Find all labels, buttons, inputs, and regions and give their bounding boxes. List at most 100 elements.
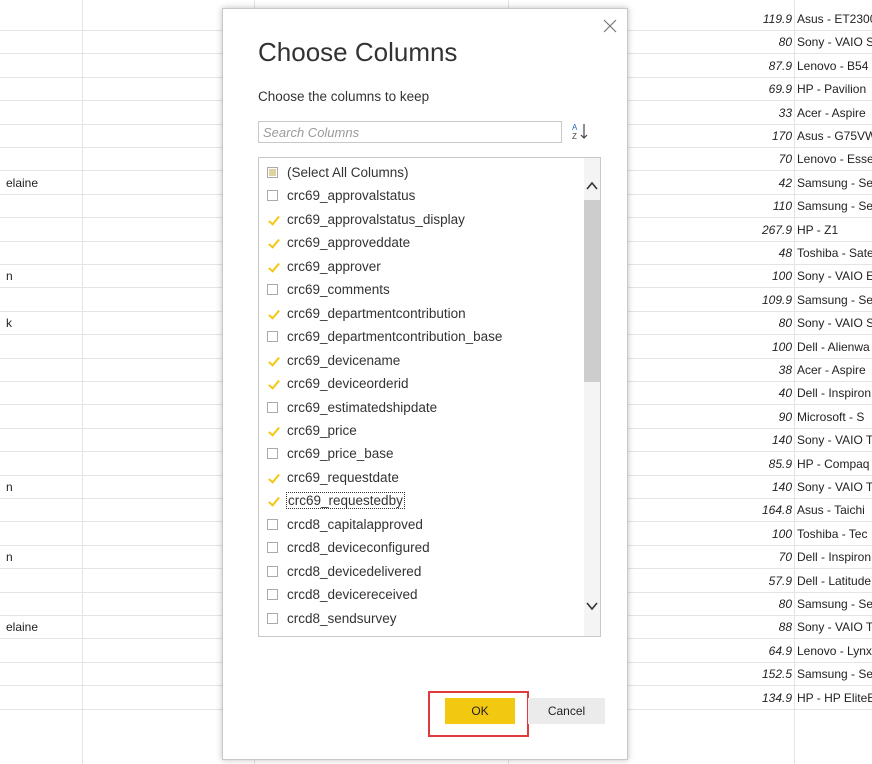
column-checkbox-item[interactable]: crc69_price bbox=[267, 419, 357, 442]
column-checkbox-item[interactable]: crcd8_sendsurvey bbox=[267, 607, 397, 630]
column-label: crcd8_devicedelivered bbox=[287, 563, 422, 579]
table-cell-device-name: Microsoft - S bbox=[797, 409, 865, 424]
cancel-button[interactable]: Cancel bbox=[528, 698, 605, 724]
column-checkbox-item[interactable]: crcd8_devicedelivered bbox=[267, 560, 421, 583]
table-cell-requester bbox=[0, 31, 6, 53]
column-label: crcd8_deviceconfigured bbox=[287, 540, 430, 556]
scrollbar-thumb[interactable] bbox=[584, 200, 600, 382]
column-checkbox-item[interactable]: crc69_estimatedshipdate bbox=[267, 396, 437, 419]
table-cell-price: 70 bbox=[778, 550, 792, 565]
table-cell-requester bbox=[0, 640, 6, 662]
table-cell-requester bbox=[0, 289, 6, 311]
table-cell-price: 80 bbox=[778, 316, 792, 331]
table-cell-price: 100 bbox=[771, 269, 792, 284]
checkbox-checked-icon[interactable] bbox=[267, 495, 278, 507]
table-cell-requester bbox=[0, 55, 6, 77]
checkbox-unchecked-icon[interactable] bbox=[267, 612, 278, 624]
list-scrollbar[interactable] bbox=[584, 158, 600, 636]
column-checkbox-item[interactable]: crc69_approvalstatus bbox=[267, 184, 415, 207]
sort-az-icon[interactable]: A Z bbox=[569, 121, 591, 143]
scroll-up-icon[interactable] bbox=[584, 178, 600, 194]
table-cell-device-name: Sony - VAIO S bbox=[797, 316, 872, 331]
column-checkbox-item[interactable]: crc69_comments bbox=[267, 278, 390, 301]
checkbox-partial-icon[interactable] bbox=[267, 167, 278, 178]
column-checkbox-item[interactable]: crc69_devicename bbox=[267, 349, 400, 372]
column-label: crc69_price_base bbox=[287, 446, 394, 462]
table-cell-requester bbox=[0, 593, 6, 615]
table-cell-price: 85.9 bbox=[768, 456, 792, 471]
table-cell-price: 134.9 bbox=[761, 690, 792, 705]
table-cell-requester bbox=[0, 242, 6, 264]
svg-text:A: A bbox=[572, 123, 578, 132]
table-cell-device-name: Lenovo - B54 bbox=[797, 58, 869, 73]
column-checkbox-item[interactable]: crcd8_deviceconfigured bbox=[267, 536, 430, 559]
table-cell-requester bbox=[0, 336, 6, 358]
table-cell-price: 110 bbox=[772, 199, 792, 214]
table-cell-price: 140 bbox=[771, 480, 792, 494]
checkbox-checked-icon[interactable] bbox=[267, 471, 278, 483]
table-cell-price: 170 bbox=[771, 129, 792, 143]
table-cell-price: 38 bbox=[778, 363, 792, 377]
column-checkbox-item[interactable]: crc69_price_base bbox=[267, 442, 394, 465]
column-checkbox-item[interactable]: crc69_deviceorderid bbox=[267, 372, 409, 395]
table-cell-device-name: Dell - Alienwa bbox=[797, 339, 870, 354]
checkbox-unchecked-icon[interactable] bbox=[267, 542, 278, 554]
search-columns-input[interactable] bbox=[258, 121, 562, 143]
table-cell-device-name: Asus - G75VW bbox=[797, 129, 872, 143]
checkbox-checked-icon[interactable] bbox=[267, 354, 278, 366]
table-cell-device-name: Lenovo - Esse bbox=[797, 152, 872, 167]
column-label: crc69_approvalstatus bbox=[287, 188, 416, 204]
ok-button[interactable]: OK bbox=[445, 698, 515, 724]
column-checkbox-item[interactable]: crc69_departmentcontribution_base bbox=[267, 325, 502, 348]
table-cell-price: 87.9 bbox=[768, 58, 792, 73]
column-checkbox-item[interactable]: crc69_approveddate bbox=[267, 231, 410, 254]
table-cell-price: 40 bbox=[778, 386, 792, 401]
table-cell-price: 140 bbox=[771, 433, 792, 448]
column-checkbox-item[interactable]: crcd8_devicereceived bbox=[267, 583, 418, 606]
table-cell-requester bbox=[0, 687, 6, 709]
table-cell-price: 90 bbox=[778, 409, 792, 424]
table-cell-device-name: Samsung - Se bbox=[797, 292, 872, 307]
checkbox-unchecked-icon[interactable] bbox=[267, 190, 278, 202]
checkbox-checked-icon[interactable] bbox=[267, 213, 278, 225]
table-cell-requester: n bbox=[6, 550, 13, 565]
checkbox-checked-icon[interactable] bbox=[267, 424, 278, 436]
checkbox-unchecked-icon[interactable] bbox=[267, 448, 278, 460]
table-cell-requester: n bbox=[6, 269, 13, 284]
checkbox-checked-icon[interactable] bbox=[267, 307, 278, 319]
column-checkbox-item[interactable]: crc69_approvalstatus_display bbox=[267, 208, 465, 231]
table-cell-price: 42 bbox=[778, 175, 792, 190]
checkbox-unchecked-icon[interactable] bbox=[267, 589, 278, 601]
table-cell-device-name: Acer - Aspire bbox=[797, 363, 866, 377]
checkbox-checked-icon[interactable] bbox=[267, 237, 278, 249]
checkbox-unchecked-icon[interactable] bbox=[267, 565, 278, 577]
dialog-title: Choose Columns bbox=[258, 37, 458, 67]
column-label: crc69_approveddate bbox=[287, 235, 411, 251]
table-cell-price: 64.9 bbox=[768, 643, 792, 658]
select-all-columns-item[interactable]: (Select All Columns) bbox=[267, 161, 409, 184]
column-checkbox-item[interactable]: crc69_approver bbox=[267, 255, 381, 278]
column-list[interactable]: (Select All Columns) crc69_approvalstatus… bbox=[258, 157, 601, 637]
table-cell-price: 119.9 bbox=[762, 12, 792, 26]
table-cell-requester: n bbox=[6, 480, 13, 494]
column-label: crc69_approvalstatus_display bbox=[287, 211, 465, 227]
column-checkbox-item[interactable]: crc69_departmentcontribution bbox=[267, 302, 466, 325]
column-label: (Select All Columns) bbox=[287, 165, 409, 180]
column-label: crcd8_devicereceived bbox=[287, 587, 418, 603]
column-checkbox-item[interactable]: crc69_requestedby bbox=[267, 489, 405, 512]
checkbox-unchecked-icon[interactable] bbox=[267, 401, 278, 413]
checkbox-checked-icon[interactable] bbox=[267, 378, 278, 390]
column-label: crc69_price bbox=[287, 422, 357, 438]
table-cell-requester bbox=[0, 663, 6, 685]
column-checkbox-item[interactable]: crc69_requestdate bbox=[267, 466, 399, 489]
column-checkbox-item[interactable]: crcd8_capitalapproved bbox=[267, 513, 423, 536]
checkbox-unchecked-icon[interactable] bbox=[267, 518, 278, 530]
table-cell-requester: elaine bbox=[6, 620, 39, 635]
scroll-down-icon[interactable] bbox=[584, 598, 600, 614]
table-cell-requester bbox=[0, 359, 6, 381]
close-icon[interactable] bbox=[603, 17, 617, 37]
checkbox-unchecked-icon[interactable] bbox=[267, 284, 278, 296]
checkbox-unchecked-icon[interactable] bbox=[267, 331, 278, 343]
table-cell-device-name: Dell - Inspiron bbox=[797, 550, 872, 565]
checkbox-checked-icon[interactable] bbox=[267, 260, 278, 272]
